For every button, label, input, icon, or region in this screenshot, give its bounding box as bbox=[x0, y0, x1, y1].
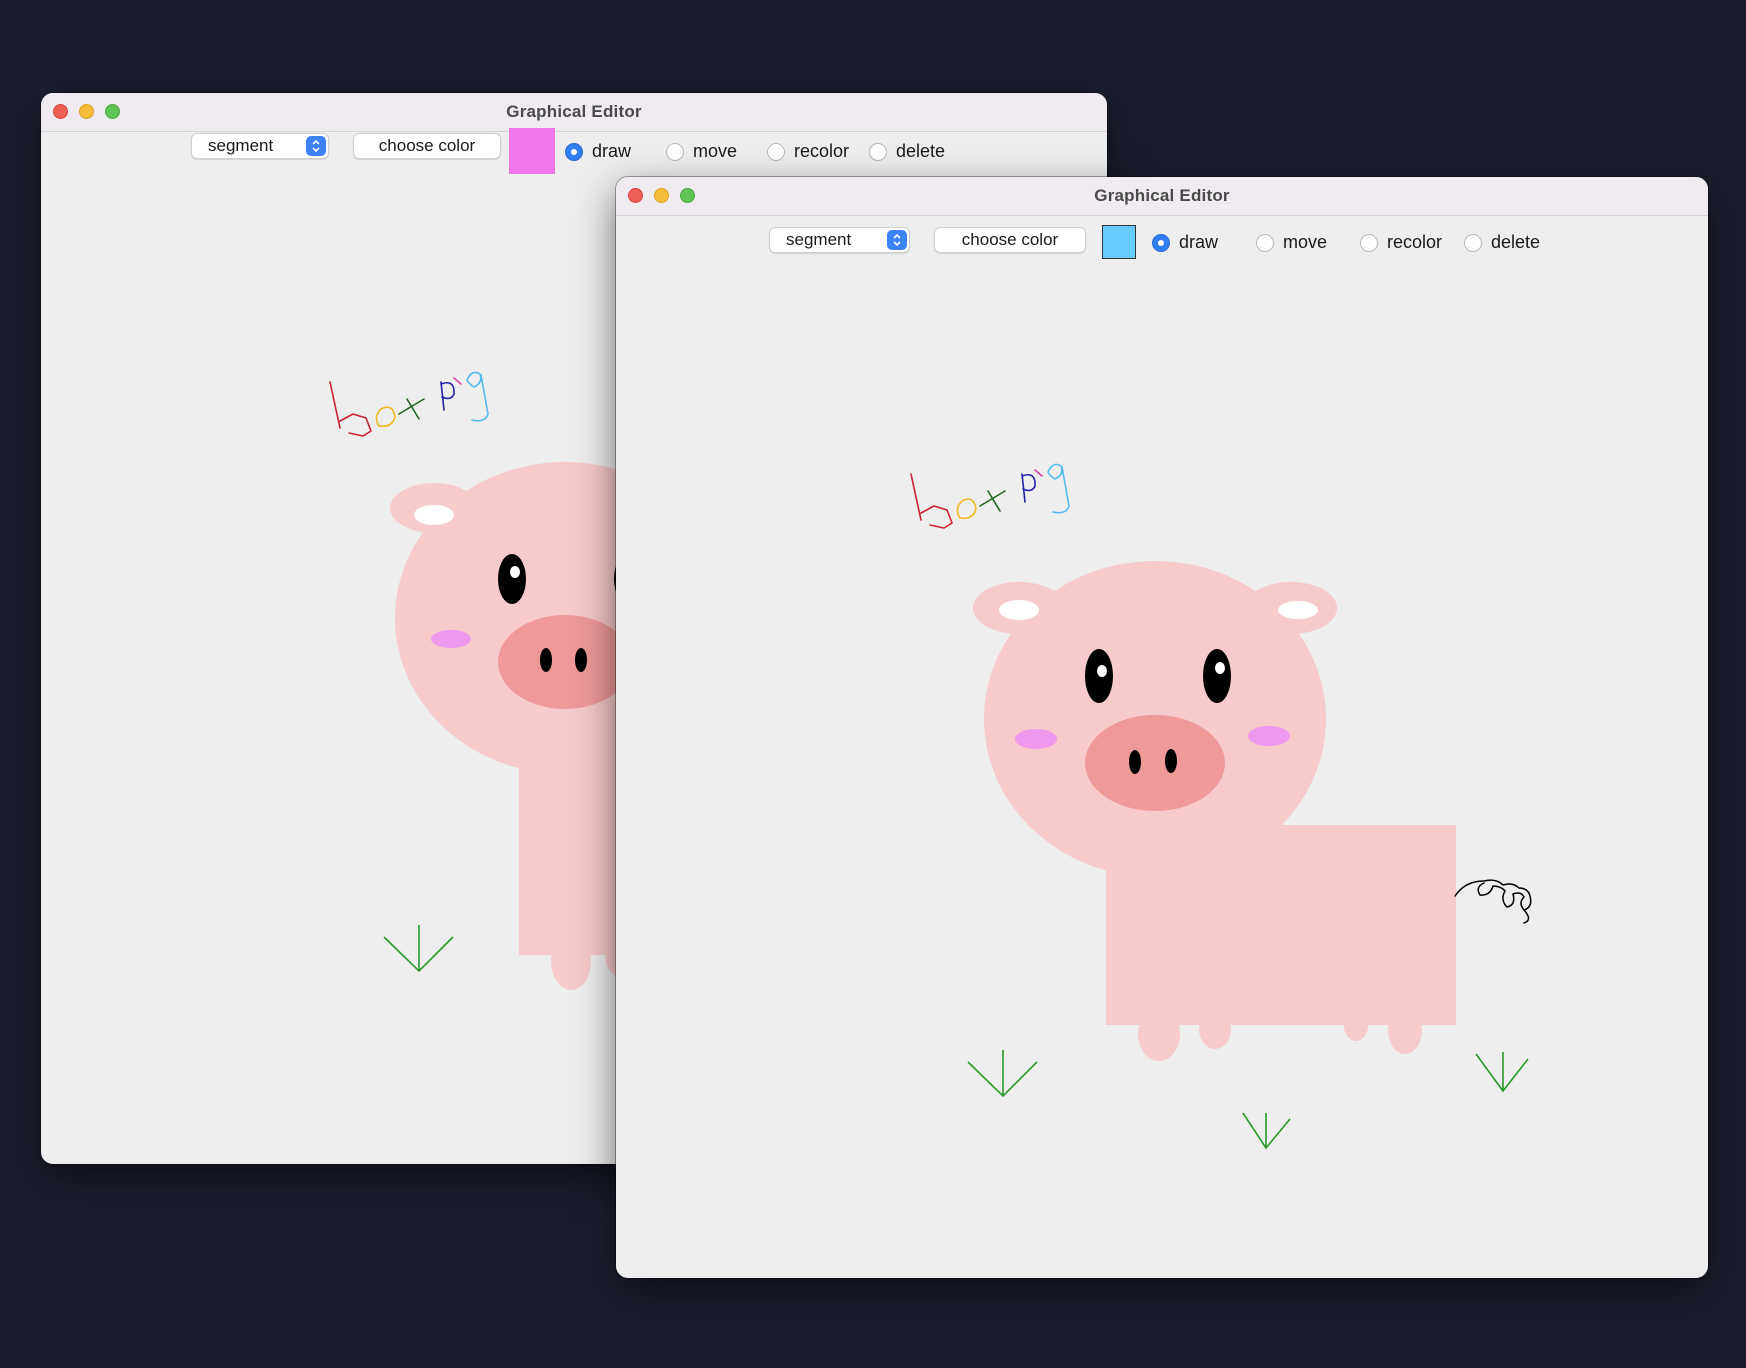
mode-radio-draw[interactable]: draw bbox=[565, 141, 631, 162]
shape-type-value: segment bbox=[208, 136, 274, 155]
radio-unselected-icon bbox=[1256, 233, 1274, 252]
handwritten-scribble[interactable] bbox=[910, 463, 1070, 529]
pig-left-ear-inner[interactable] bbox=[999, 600, 1039, 620]
pig-nostril[interactable] bbox=[1129, 750, 1141, 774]
pig-leg[interactable] bbox=[551, 932, 591, 990]
grass-tuft[interactable] bbox=[967, 1050, 1038, 1098]
radio-unselected-icon bbox=[1360, 233, 1378, 252]
radio-unselected-icon bbox=[666, 142, 684, 161]
maximize-window-button[interactable] bbox=[105, 104, 120, 119]
pig-nostril[interactable] bbox=[1165, 749, 1177, 773]
pig-right-eye[interactable] bbox=[1203, 649, 1231, 703]
pig-leg[interactable] bbox=[1344, 1011, 1368, 1041]
title-bar[interactable]: Graphical Editor bbox=[616, 177, 1708, 216]
grass-tuft[interactable] bbox=[383, 925, 454, 973]
pig-snout[interactable] bbox=[1085, 715, 1225, 811]
mode-label: delete bbox=[896, 141, 946, 161]
mode-radio-recolor[interactable]: recolor bbox=[1360, 232, 1442, 253]
pig-right-eye-highlight[interactable] bbox=[1215, 662, 1225, 674]
mode-label: move bbox=[1283, 232, 1328, 252]
mode-label: draw bbox=[592, 141, 632, 161]
radio-unselected-icon bbox=[869, 142, 887, 161]
close-window-button[interactable] bbox=[628, 188, 643, 203]
graphical-editor-window-front[interactable]: Graphical Editor segment choose color dr… bbox=[616, 177, 1708, 1278]
pig-leg[interactable] bbox=[1199, 1009, 1231, 1049]
pig-right-cheek[interactable] bbox=[1248, 726, 1290, 746]
pig-snout[interactable] bbox=[498, 615, 632, 709]
mode-radio-draw[interactable]: draw bbox=[1152, 232, 1218, 253]
pig-body[interactable] bbox=[1106, 825, 1456, 1025]
pig-right-ear-inner[interactable] bbox=[1278, 601, 1318, 619]
pig-nostril[interactable] bbox=[540, 648, 552, 672]
mode-label: recolor bbox=[1387, 232, 1443, 252]
mode-label: recolor bbox=[794, 141, 850, 161]
shape-type-select[interactable]: segment bbox=[191, 133, 329, 159]
close-window-button[interactable] bbox=[53, 104, 68, 119]
mode-radio-delete[interactable]: delete bbox=[1464, 232, 1540, 253]
pig-tail-scribble[interactable] bbox=[1454, 879, 1532, 924]
current-color-swatch bbox=[509, 128, 555, 174]
shape-type-select[interactable]: segment bbox=[769, 227, 910, 253]
drawing-canvas[interactable] bbox=[616, 267, 1708, 1278]
title-bar[interactable]: Graphical Editor bbox=[41, 93, 1107, 132]
pig-left-eye-highlight[interactable] bbox=[510, 566, 520, 578]
pig-left-cheek[interactable] bbox=[1015, 729, 1057, 749]
toolbar: segment choose color draw move recolor d… bbox=[616, 217, 1708, 267]
pig-left-eye[interactable] bbox=[1085, 649, 1113, 703]
pig-leg[interactable] bbox=[1138, 1007, 1180, 1061]
radio-selected-icon bbox=[565, 142, 583, 161]
pig-leg[interactable] bbox=[1388, 1006, 1422, 1054]
mode-radio-move[interactable]: move bbox=[666, 141, 737, 162]
pig-left-cheek[interactable] bbox=[431, 630, 471, 648]
radio-unselected-icon bbox=[767, 142, 785, 161]
choose-color-button[interactable]: choose color bbox=[934, 227, 1086, 253]
pig-drawing[interactable] bbox=[973, 561, 1456, 1061]
radio-selected-icon bbox=[1152, 233, 1170, 252]
pig-left-ear-inner[interactable] bbox=[414, 505, 454, 525]
grass-tuft[interactable] bbox=[1242, 1112, 1291, 1150]
maximize-window-button[interactable] bbox=[680, 188, 695, 203]
mode-radio-delete[interactable]: delete bbox=[869, 141, 945, 162]
mode-label: draw bbox=[1179, 232, 1219, 252]
window-title: Graphical Editor bbox=[1094, 186, 1230, 205]
mode-label: move bbox=[693, 141, 738, 161]
minimize-window-button[interactable] bbox=[654, 188, 669, 203]
pig-left-eye-highlight[interactable] bbox=[1097, 665, 1107, 677]
select-stepper-icon bbox=[887, 230, 907, 250]
pig-nostril[interactable] bbox=[575, 648, 587, 672]
drawing-surface[interactable] bbox=[616, 267, 1708, 1278]
grass-tuft[interactable] bbox=[1475, 1052, 1529, 1093]
current-color-swatch bbox=[1102, 225, 1136, 259]
pig-left-eye[interactable] bbox=[498, 554, 526, 604]
minimize-window-button[interactable] bbox=[79, 104, 94, 119]
mode-radio-recolor[interactable]: recolor bbox=[767, 141, 849, 162]
handwritten-scribble[interactable] bbox=[329, 371, 489, 437]
shape-type-value: segment bbox=[786, 230, 852, 249]
mode-radio-move[interactable]: move bbox=[1256, 232, 1327, 253]
window-title: Graphical Editor bbox=[506, 102, 642, 121]
radio-unselected-icon bbox=[1464, 233, 1482, 252]
select-stepper-icon bbox=[306, 136, 326, 156]
mode-label: delete bbox=[1491, 232, 1541, 252]
toolbar: segment choose color draw move recolor d… bbox=[41, 128, 1107, 183]
choose-color-button[interactable]: choose color bbox=[353, 133, 501, 159]
